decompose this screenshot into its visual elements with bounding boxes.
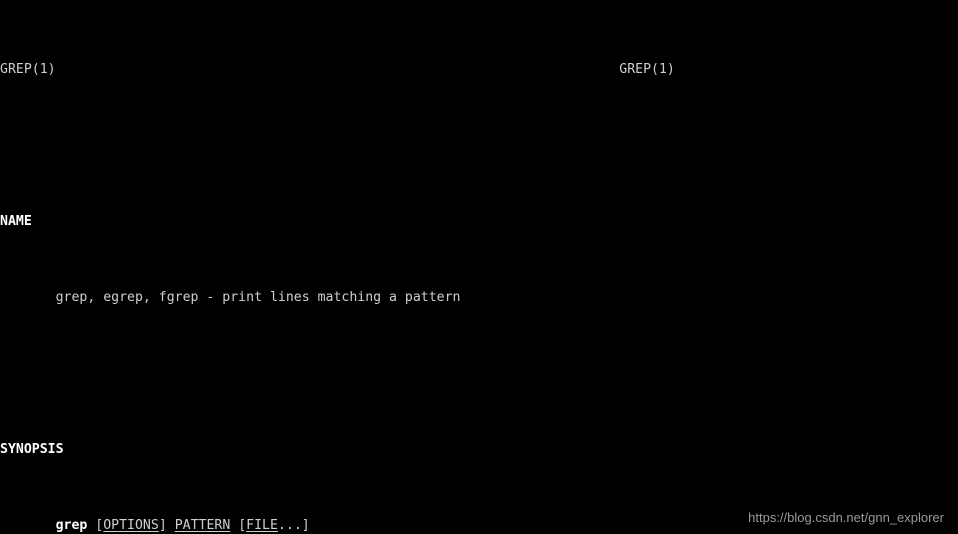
arg-options: OPTIONS	[103, 518, 159, 533]
section-heading-name-label: NAME	[0, 214, 32, 229]
arg-pattern: PATTERN	[174, 518, 231, 533]
man-header-center: GREP(1)	[619, 62, 675, 77]
name-body-line: grep, egrep, fgrep - print lines matchin…	[0, 290, 461, 305]
man-page-content: GREP(1) GREP(1) NAME grep, egrep, fgrep …	[0, 3, 958, 534]
cmd-grep: grep	[55, 518, 88, 533]
section-heading-name: NAME	[0, 212, 958, 231]
terminal-window[interactable]: GREP(1) GREP(1) NAME grep, egrep, fgrep …	[0, 0, 958, 534]
arg-file: FILE	[246, 518, 278, 533]
man-header-left: GREP(1)	[0, 62, 56, 77]
section-heading-synopsis-label: SYNOPSIS	[0, 442, 64, 457]
man-header: GREP(1) GREP(1)	[0, 60, 958, 79]
watermark-url: https://blog.csdn.net/gnn_explorer	[748, 510, 944, 525]
section-heading-synopsis: SYNOPSIS	[0, 440, 958, 459]
